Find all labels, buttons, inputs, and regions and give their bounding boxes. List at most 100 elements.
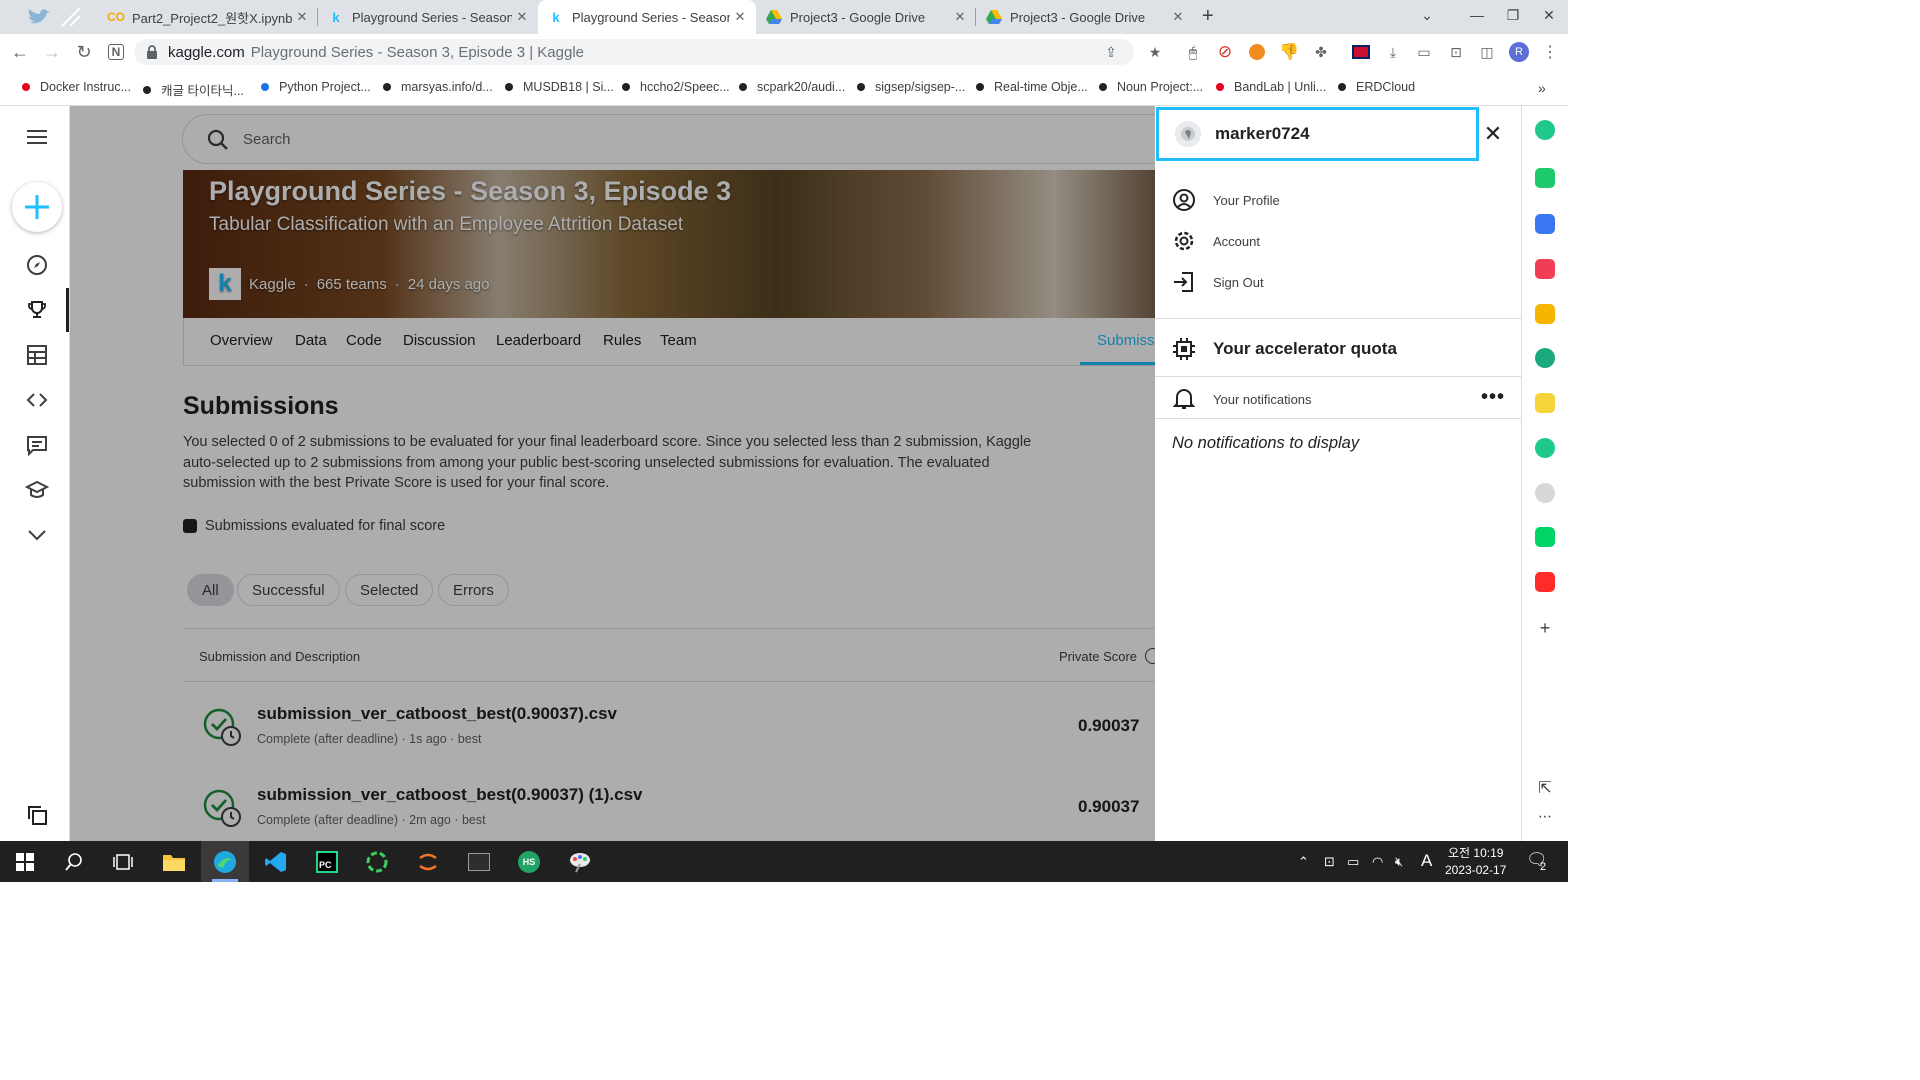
close-tab-icon[interactable]: ✕ bbox=[950, 9, 970, 25]
jupyter-icon[interactable] bbox=[415, 849, 441, 875]
adblock-icon[interactable]: ⊘ bbox=[1215, 42, 1235, 62]
play-extension-icon[interactable] bbox=[1535, 438, 1555, 458]
close-tab-icon[interactable]: ✕ bbox=[1168, 9, 1188, 25]
bookmark-item[interactable]: 캐글 타이타닉... bbox=[143, 80, 244, 99]
calendar-extension-icon[interactable] bbox=[1535, 214, 1555, 234]
tab-data[interactable]: Data bbox=[295, 332, 327, 349]
volume-muted-icon[interactable]: 🔇︎ bbox=[1395, 854, 1403, 870]
chat-extension-icon[interactable] bbox=[1535, 168, 1555, 188]
tab-leaderboard[interactable]: Leaderboard bbox=[496, 332, 581, 349]
user-header[interactable]: marker0724 bbox=[1156, 107, 1479, 161]
code-icon[interactable] bbox=[22, 385, 52, 415]
search-icon[interactable] bbox=[61, 849, 87, 875]
terminal-icon[interactable] bbox=[466, 849, 492, 875]
tab-colab[interactable]: CO Part2_Project2_원핫X.ipynb - Co ✕ bbox=[98, 0, 318, 34]
datasets-table-icon[interactable] bbox=[22, 340, 52, 370]
table-row[interactable]: submission_ver_catboost_best(0.90037).cs… bbox=[183, 692, 1155, 772]
filter-selected[interactable]: Selected bbox=[345, 574, 434, 606]
network-device-icon[interactable]: ⊡ bbox=[1324, 854, 1335, 870]
twitter-icon[interactable] bbox=[26, 8, 52, 26]
tab-kaggle-1[interactable]: k Playground Series - Season 3, E ✕ bbox=[318, 0, 538, 34]
extensions-puzzle-icon[interactable]: ✤ bbox=[1311, 42, 1331, 62]
competitions-trophy-icon[interactable] bbox=[22, 295, 52, 325]
close-window-button[interactable]: ✕ bbox=[1532, 0, 1566, 30]
side-panel-icon[interactable]: ◫ bbox=[1477, 42, 1497, 62]
star-extension-icon[interactable] bbox=[1535, 304, 1555, 324]
circle-app-icon[interactable] bbox=[364, 849, 390, 875]
forward-button[interactable]: → bbox=[40, 40, 64, 64]
task-view-icon[interactable] bbox=[110, 849, 136, 875]
cast-icon[interactable]: ▭ bbox=[1414, 42, 1434, 62]
tab-team[interactable]: Team bbox=[660, 332, 697, 349]
filter-errors[interactable]: Errors bbox=[438, 574, 509, 606]
bookmark-item[interactable]: Python Project... bbox=[261, 80, 371, 94]
share-icon[interactable]: ⇪ bbox=[1101, 42, 1121, 62]
restore-button[interactable]: ❐ bbox=[1496, 0, 1530, 30]
tab-code[interactable]: Code bbox=[346, 332, 382, 349]
column-private-score[interactable]: Private Score bbox=[1059, 649, 1137, 664]
submission-filename[interactable]: submission_ver_catboost_best(0.90037) (1… bbox=[257, 785, 643, 805]
avatar-extension-icon[interactable] bbox=[1535, 483, 1555, 503]
dislike-extension-icon[interactable]: 👎 bbox=[1279, 42, 1299, 62]
view-active-events-icon[interactable] bbox=[22, 800, 52, 830]
browser-menu-icon[interactable]: ⋮ bbox=[1540, 42, 1560, 62]
windows-start-icon[interactable] bbox=[12, 849, 38, 875]
bookmark-item[interactable]: marsyas.info/d... bbox=[383, 80, 493, 94]
tab-kaggle-active[interactable]: k Playground Series - Season 3, E ✕ bbox=[538, 0, 756, 34]
webtoon-extension-icon[interactable] bbox=[1535, 527, 1555, 547]
new-tab-button[interactable]: + bbox=[1202, 5, 1214, 28]
menu-your-profile[interactable]: Your Profile bbox=[1171, 187, 1280, 213]
kaggle-logo[interactable]: k bbox=[209, 268, 241, 300]
tab-overview[interactable]: Overview bbox=[210, 332, 273, 349]
file-explorer-icon[interactable] bbox=[161, 849, 187, 875]
capture-icon[interactable]: ⊡ bbox=[1446, 42, 1466, 62]
paint-app-icon[interactable] bbox=[567, 849, 593, 875]
clock-date[interactable]: 2023-02-17 bbox=[1445, 863, 1506, 877]
more-icon[interactable]: ⋯ bbox=[1535, 808, 1555, 828]
search-input[interactable]: Search bbox=[182, 114, 1155, 164]
reload-button[interactable]: ↻ bbox=[72, 40, 96, 64]
menu-sign-out[interactable]: Sign Out bbox=[1171, 269, 1264, 295]
bookmark-item[interactable]: Docker Instruc... bbox=[22, 80, 131, 94]
edge-extension-icon[interactable] bbox=[1535, 348, 1555, 368]
address-bar[interactable]: kaggle.com Playground Series - Season 3,… bbox=[134, 39, 1134, 65]
browser-app-icon[interactable] bbox=[212, 849, 238, 875]
orange-extension-icon[interactable] bbox=[1247, 42, 1267, 62]
wifi-icon[interactable]: ◠ bbox=[1372, 854, 1383, 870]
menu-account[interactable]: Account bbox=[1171, 228, 1260, 254]
battery-icon[interactable]: ▭ bbox=[1347, 854, 1359, 870]
bookmark-item[interactable]: BandLab | Unli... bbox=[1216, 80, 1326, 94]
hs-app-icon[interactable]: HS bbox=[516, 849, 542, 875]
host-name[interactable]: Kaggle bbox=[249, 276, 296, 293]
close-tab-icon[interactable]: ✕ bbox=[512, 9, 532, 25]
minimize-button[interactable]: — bbox=[1460, 0, 1494, 30]
back-button[interactable]: ← bbox=[8, 40, 32, 64]
notes-extension-icon[interactable] bbox=[1535, 393, 1555, 413]
bookmark-item[interactable]: Noun Project:... bbox=[1099, 80, 1203, 94]
help-icon[interactable] bbox=[1145, 648, 1155, 664]
close-icon[interactable]: ✕ bbox=[1481, 121, 1505, 146]
filter-successful[interactable]: Successful bbox=[237, 574, 340, 606]
tray-chevron-icon[interactable]: ⌃ bbox=[1298, 854, 1309, 870]
tab-submissions[interactable]: Submiss bbox=[1097, 332, 1155, 349]
vscode-icon[interactable] bbox=[263, 849, 289, 875]
close-tab-icon[interactable]: ✕ bbox=[730, 9, 750, 25]
clock-time[interactable]: 오전 10:19 bbox=[1448, 844, 1503, 861]
submission-filename[interactable]: submission_ver_catboost_best(0.90037).cs… bbox=[257, 704, 617, 724]
more-chevron-down-icon[interactable] bbox=[22, 520, 52, 550]
accelerator-quota[interactable]: Your accelerator quota bbox=[1171, 336, 1397, 362]
open-external-icon[interactable]: ⇱ bbox=[1535, 778, 1555, 798]
close-tab-icon[interactable]: ✕ bbox=[292, 9, 312, 25]
now-extension-icon[interactable] bbox=[1535, 572, 1555, 592]
download-icon[interactable]: ⤓ bbox=[1383, 42, 1403, 62]
learn-graduation-icon[interactable] bbox=[22, 475, 52, 505]
more-options-icon[interactable]: ••• bbox=[1481, 386, 1505, 409]
bookmark-item[interactable]: hccho2/Speec... bbox=[622, 80, 730, 94]
pinned-tab-icon[interactable] bbox=[60, 6, 82, 28]
add-icon[interactable]: + bbox=[1535, 618, 1555, 638]
notion-extension-icon[interactable]: N bbox=[104, 40, 128, 64]
bookmark-item[interactable]: sigsep/sigsep-... bbox=[857, 80, 965, 94]
pycharm-icon[interactable]: PC bbox=[314, 849, 340, 875]
pocket-extension-icon[interactable] bbox=[1535, 259, 1555, 279]
profile-avatar[interactable]: R bbox=[1509, 42, 1529, 62]
